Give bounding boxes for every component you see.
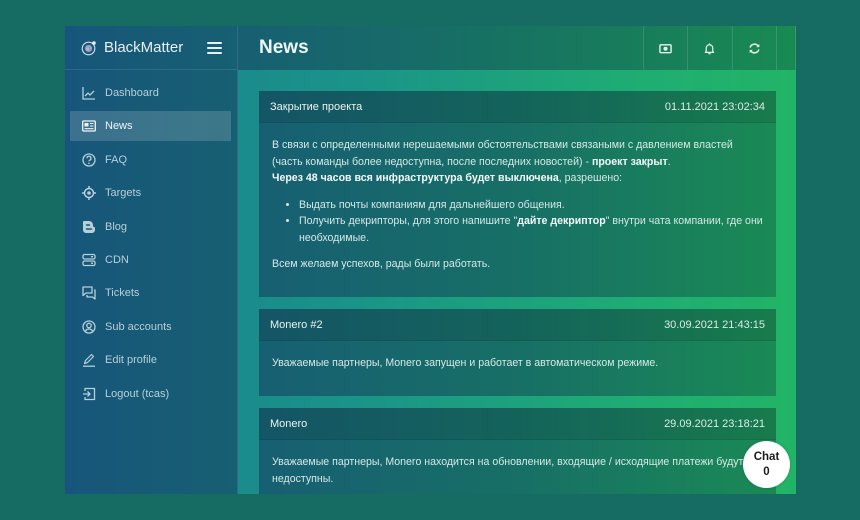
- news-date: 30.09.2021 21:43:15: [664, 318, 765, 331]
- news-title: Monero #2: [270, 318, 323, 331]
- chat-bubbles-icon: [82, 286, 96, 300]
- sidebar-item-faq[interactable]: FAQ: [70, 145, 231, 175]
- refresh-icon: [749, 43, 760, 53]
- text: Получить декрипторы, для этого напишите …: [299, 215, 518, 227]
- sidebar: BlackMatter Dashboard News FAQ Targets B…: [65, 26, 238, 494]
- text: , разрешено:: [558, 172, 623, 184]
- orbit-logo-icon: [81, 40, 96, 55]
- news-body: В связи с определенными нерешаемыми обст…: [259, 123, 776, 297]
- news-body: Уважаемые партнеры, Monero находится на …: [259, 440, 776, 494]
- bold-text: дайте декриптор: [517, 215, 606, 227]
- brand-bar: BlackMatter: [65, 26, 237, 70]
- server-icon: [82, 253, 96, 267]
- news-paragraph: Уважаемые партнеры, Monero запущен и раб…: [272, 357, 659, 369]
- blogger-icon: [82, 220, 96, 234]
- chat-button[interactable]: Chat 0: [743, 441, 790, 488]
- top-header: News: [238, 26, 796, 70]
- chat-count: 0: [763, 465, 770, 478]
- refresh-button[interactable]: [731, 26, 777, 70]
- logout-icon: [82, 387, 96, 401]
- sidebar-item-label: Blog: [105, 220, 128, 233]
- news-title: Monero: [270, 417, 308, 430]
- sidebar-item-tickets[interactable]: Tickets: [70, 278, 231, 308]
- sidebar-item-label: News: [105, 120, 133, 133]
- user-circle-icon: [82, 320, 96, 334]
- chart-line-icon: [82, 86, 96, 100]
- news-paragraph: Уважаемые партнеры, Monero находится на …: [272, 456, 744, 485]
- news-card: Monero #2 30.09.2021 21:43:15 Уважаемые …: [259, 309, 776, 396]
- bold-text: проект закрыт: [591, 155, 668, 168]
- brand-name: BlackMatter: [104, 39, 184, 56]
- notifications-button[interactable]: [687, 26, 732, 70]
- sidebar-item-label: Sub accounts: [105, 320, 172, 333]
- news-body: Уважаемые партнеры, Monero запущен и раб…: [259, 341, 776, 396]
- question-circle-icon: [82, 153, 96, 167]
- sidebar-item-edit-profile[interactable]: Edit profile: [70, 345, 231, 375]
- text: .: [667, 155, 671, 168]
- sidebar-nav: Dashboard News FAQ Targets Blog CDN Tick…: [65, 70, 237, 409]
- app-window: BlackMatter Dashboard News FAQ Targets B…: [65, 26, 796, 494]
- sidebar-item-label: FAQ: [105, 153, 128, 166]
- header-spacer: [776, 26, 796, 70]
- sidebar-item-label: Dashboard: [105, 87, 159, 99]
- sidebar-item-label: Targets: [105, 187, 142, 200]
- news-title: Закрытие проекта: [270, 100, 363, 113]
- news-card: Закрытие проекта 01.11.2021 23:02:34 В с…: [259, 91, 776, 297]
- balance-button[interactable]: [642, 26, 688, 70]
- news-card-header: Monero 29.09.2021 23:18:21: [259, 408, 776, 440]
- sidebar-item-sub-accounts[interactable]: Sub accounts: [70, 312, 231, 342]
- news-paragraph: Всем желаем успехов, рады были работать.: [272, 258, 491, 270]
- news-date: 29.09.2021 23:18:21: [664, 417, 765, 430]
- list-item: Выдать почты компаниям для дальнейшего о…: [299, 197, 763, 214]
- news-card-header: Закрытие проекта 01.11.2021 23:02:34: [259, 91, 776, 123]
- crosshair-icon: [82, 186, 96, 201]
- news-list: Выдать почты компаниям для дальнейшего о…: [299, 197, 763, 247]
- pencil-icon: [82, 353, 96, 367]
- sidebar-item-label: Edit profile: [105, 354, 157, 367]
- bold-text: Через 48 часов вся инфраструктура будет …: [272, 172, 559, 184]
- page-title: News: [259, 37, 309, 58]
- chat-label: Chat: [753, 450, 780, 463]
- news-card: Monero 29.09.2021 23:18:21 Уважаемые пар…: [259, 408, 776, 494]
- sidebar-item-label: Logout (tcas): [105, 387, 170, 400]
- list-item: Получить декрипторы, для этого напишите …: [299, 213, 763, 246]
- sidebar-item-label: Tickets: [105, 287, 140, 300]
- sidebar-item-dashboard[interactable]: Dashboard: [70, 78, 231, 108]
- sidebar-item-cdn[interactable]: CDN: [70, 245, 231, 275]
- newspaper-icon: [82, 119, 96, 133]
- header-actions: [642, 26, 796, 70]
- sidebar-item-logout[interactable]: Logout (tcas): [70, 379, 231, 409]
- money-icon: [658, 43, 672, 53]
- sidebar-item-label: CDN: [105, 253, 129, 266]
- news-feed: Закрытие проекта 01.11.2021 23:02:34 В с…: [259, 91, 776, 494]
- sidebar-item-targets[interactable]: Targets: [70, 178, 231, 208]
- sidebar-item-blog[interactable]: Blog: [70, 212, 231, 242]
- sidebar-item-news[interactable]: News: [70, 111, 231, 142]
- news-date: 01.11.2021 23:02:34: [664, 100, 765, 113]
- news-card-header: Monero #2 30.09.2021 21:43:15: [259, 309, 776, 341]
- bell-icon: [704, 42, 715, 54]
- hamburger-icon[interactable]: [207, 41, 222, 54]
- news-paragraph: В связи с определенными нерешаемыми обст…: [272, 137, 763, 187]
